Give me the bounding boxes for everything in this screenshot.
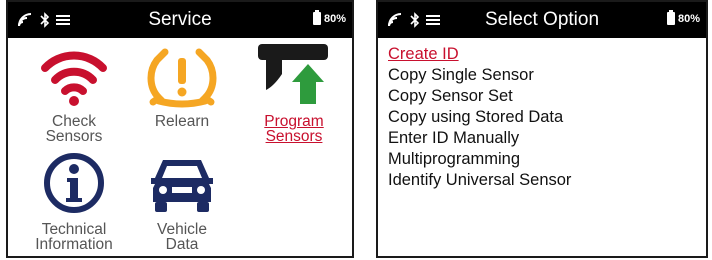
car-icon (151, 160, 213, 212)
tile-label: Technical Information (35, 221, 113, 253)
option-copy-using-stored-data[interactable]: Copy using Stored Data (388, 107, 571, 128)
option-multiprogramming[interactable]: Multiprogramming (388, 149, 571, 170)
tile-check-sensors[interactable]: Check Sensors (26, 46, 122, 144)
battery-icon (312, 10, 321, 25)
status-bar: Select Option 80% (378, 2, 706, 38)
battery-indicator: 80% (312, 10, 346, 25)
service-screen: Service 80% Check Sensors Relearn Progra… (6, 0, 354, 258)
option-identify-universal-sensor[interactable]: Identify Universal Sensor (388, 170, 571, 191)
option-list: Create ID Copy Single Sensor Copy Sensor… (388, 44, 571, 191)
tile-vehicle-data[interactable]: Vehicle Data (134, 152, 230, 254)
tire-pressure-warning-icon (147, 48, 217, 108)
option-copy-sensor-set[interactable]: Copy Sensor Set (388, 86, 571, 107)
battery-level: 80% (323, 12, 346, 25)
option-enter-id-manually[interactable]: Enter ID Manually (388, 128, 571, 149)
tile-relearn[interactable]: Relearn (134, 46, 230, 140)
status-bar: Service 80% (8, 2, 352, 38)
option-create-id[interactable]: Create ID (388, 44, 571, 65)
select-option-screen: Select Option 80% Create ID Copy Single … (376, 0, 708, 258)
tile-label: Vehicle Data (157, 221, 207, 253)
wifi-icon (41, 51, 107, 106)
program-sensor-icon (258, 44, 328, 104)
tile-label: Check Sensors (45, 113, 103, 145)
battery-icon (666, 10, 675, 25)
tile-label: Relearn (154, 113, 210, 130)
tile-label: Program Sensors (264, 113, 324, 145)
battery-level: 80% (677, 12, 700, 25)
info-icon (44, 153, 104, 213)
option-copy-single-sensor[interactable]: Copy Single Sensor (388, 65, 571, 86)
screen-title: Select Option (484, 9, 600, 30)
screen-title: Service (148, 9, 212, 30)
tile-program-sensors[interactable]: Program Sensors (244, 40, 344, 145)
battery-indicator: 80% (666, 10, 700, 25)
tile-technical-information[interactable]: Technical Information (26, 152, 122, 254)
